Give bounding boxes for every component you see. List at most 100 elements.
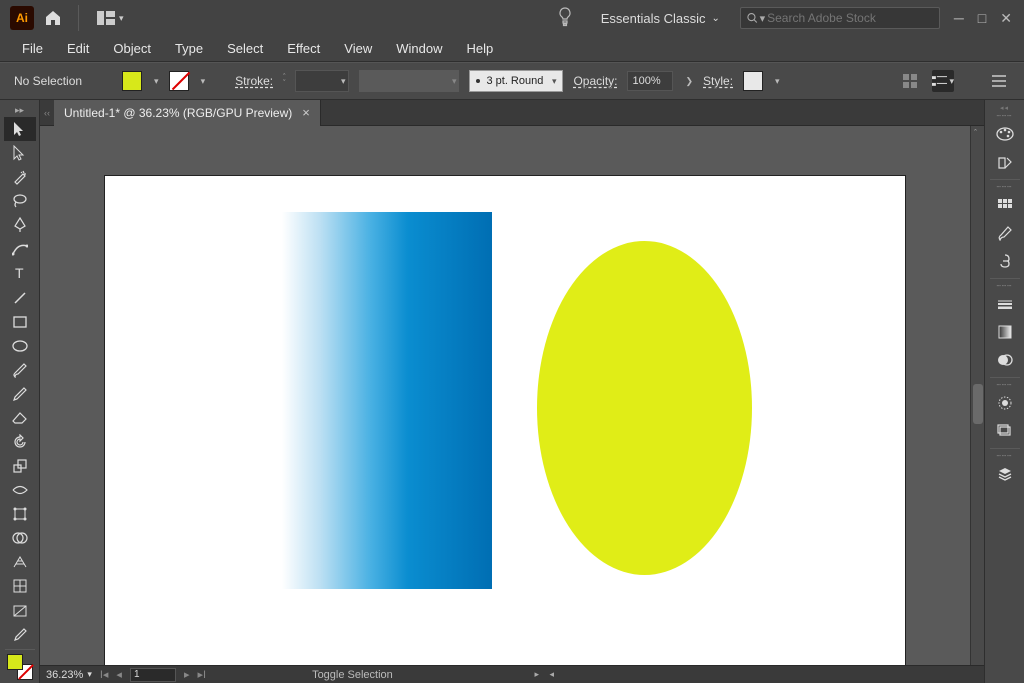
selection-state-label: No Selection [14,74,82,88]
lasso-tool[interactable] [4,189,36,213]
menu-file[interactable]: File [10,38,55,59]
stroke-weight-field[interactable]: ▾ [295,70,349,92]
swatches-panel-icon[interactable] [989,191,1021,219]
panel-drag-handle-3[interactable]: ┅┅┅ [990,282,1020,290]
fill-stroke-swatch[interactable] [4,652,36,683]
curvature-tool[interactable] [4,237,36,261]
selection-tool[interactable] [4,117,36,141]
line-tool[interactable] [4,286,36,310]
pen-tool[interactable] [4,213,36,237]
variable-width-profile: ▾ [359,70,459,92]
search-stock-field[interactable]: ▾ [740,7,940,29]
gradient-tool[interactable] [4,599,36,623]
rectangle-tool[interactable] [4,310,36,334]
scrollbar-thumb[interactable] [973,384,983,424]
prev-artboard-button[interactable]: ◂ [116,668,122,681]
window-controls: ─ □ ✕ [954,10,1012,27]
vertical-scrollbar[interactable]: ˆ [970,126,984,665]
yellow-ellipse[interactable] [537,241,752,575]
toolbar-expand-toggle[interactable]: ▸▸ [4,104,36,117]
close-button[interactable]: ✕ [1000,10,1012,27]
mesh-tool[interactable] [4,574,36,598]
panel-drag-handle-5[interactable]: ┅┅┅ [990,452,1020,460]
rotate-tool[interactable] [4,430,36,454]
document-tab[interactable]: Untitled-1* @ 36.23% (RGB/GPU Preview) × [54,100,321,126]
menu-window[interactable]: Window [384,38,454,59]
ellipse-tool[interactable] [4,334,36,358]
shape-builder-tool[interactable] [4,526,36,550]
scale-tool[interactable] [4,454,36,478]
appearance-panel-icon[interactable] [989,389,1021,417]
menu-object[interactable]: Object [101,38,163,59]
stroke-swatch[interactable] [169,71,189,91]
last-artboard-button[interactable]: ▸I [197,668,206,681]
direct-selection-tool[interactable] [4,141,36,165]
brush-definition[interactable]: 3 pt. Round ▾ [469,70,563,92]
artboard[interactable] [105,176,905,665]
tab-close-button[interactable]: × [302,105,310,120]
opacity-field[interactable] [627,71,673,91]
perspective-grid-tool[interactable] [4,550,36,574]
layers-panel-icon[interactable] [989,460,1021,488]
menu-select[interactable]: Select [215,38,275,59]
type-tool[interactable]: T [4,261,36,285]
menu-type[interactable]: Type [163,38,215,59]
doc-setup-icon[interactable] [900,70,922,92]
color-panel-icon[interactable] [989,120,1021,148]
stroke-panel-icon[interactable] [989,290,1021,318]
fill-swatch[interactable] [122,71,142,91]
panel-drag-handle[interactable]: ┅┅┅ [990,112,1020,120]
preferences-icon[interactable]: ▾ [932,70,954,92]
blue-gradient-rectangle[interactable] [282,212,492,589]
stroke-dropdown[interactable]: ▾ [201,76,206,87]
discover-icon[interactable] [557,7,579,29]
artboard-index-field[interactable] [130,668,176,682]
titlebar: Ai ▾ Essentials Classic ⌄ ▾ ─ □ ✕ [0,0,1024,36]
canvas[interactable] [40,126,970,665]
free-transform-tool[interactable] [4,502,36,526]
home-button[interactable] [40,8,66,28]
zoom-level[interactable]: 36.23% ▾ [46,669,92,681]
svg-text:T: T [15,266,24,280]
status-bar: 36.23% ▾ I◂ ◂ ▸ ▸I Toggle Selection ▸ ◂ [40,665,984,683]
symbols-panel-icon[interactable] [989,247,1021,275]
menu-view[interactable]: View [332,38,384,59]
menubar: File Edit Object Type Select Effect View… [0,36,1024,62]
pencil-tool[interactable] [4,382,36,406]
maximize-button[interactable]: □ [978,10,986,26]
fill-dropdown[interactable]: ▾ [154,76,159,87]
stroke-weight-stepper[interactable]: ˆˇ [283,75,285,87]
transparency-panel-icon[interactable] [989,346,1021,374]
magic-wand-tool[interactable] [4,165,36,189]
panel-collapse-arrows[interactable]: ◂◂ [990,104,1020,112]
opacity-dropdown[interactable]: ❯ [685,76,693,87]
first-artboard-button[interactable]: I◂ [100,668,109,681]
panel-drag-handle-2[interactable]: ┅┅┅ [990,183,1020,191]
graphic-styles-panel-icon[interactable] [989,417,1021,445]
status-hint: Toggle Selection [312,669,393,681]
eyedropper-tool[interactable] [4,623,36,647]
workspace-switcher[interactable]: Essentials Classic ⌄ [595,7,726,30]
menu-edit[interactable]: Edit [55,38,101,59]
app-logo: Ai [10,6,34,30]
zoom-value: 36.23% [46,669,83,681]
style-dropdown[interactable]: ▾ [775,76,780,87]
eraser-tool[interactable] [4,406,36,430]
paintbrush-tool[interactable] [4,358,36,382]
brushes-panel-icon[interactable] [989,219,1021,247]
panel-drag-handle-4[interactable]: ┅┅┅ [990,381,1020,389]
scroll-up-icon[interactable]: ˆ [974,128,977,138]
document-tabs: ‹‹ Untitled-1* @ 36.23% (RGB/GPU Preview… [40,100,984,126]
graphic-style-swatch[interactable] [743,71,763,91]
width-tool[interactable] [4,478,36,502]
search-stock-input[interactable] [767,11,933,25]
next-artboard-button[interactable]: ▸ [184,668,190,681]
minimize-button[interactable]: ─ [954,10,964,26]
arrange-documents-button[interactable]: ▾ [91,9,130,27]
gradient-panel-icon[interactable] [989,318,1021,346]
menu-effect[interactable]: Effect [275,38,332,59]
panel-menu-icon[interactable] [988,70,1010,92]
horizontal-scroll-arrows[interactable]: ▸ ◂ [534,669,558,680]
color-guide-panel-icon[interactable] [989,148,1021,176]
menu-help[interactable]: Help [454,38,505,59]
